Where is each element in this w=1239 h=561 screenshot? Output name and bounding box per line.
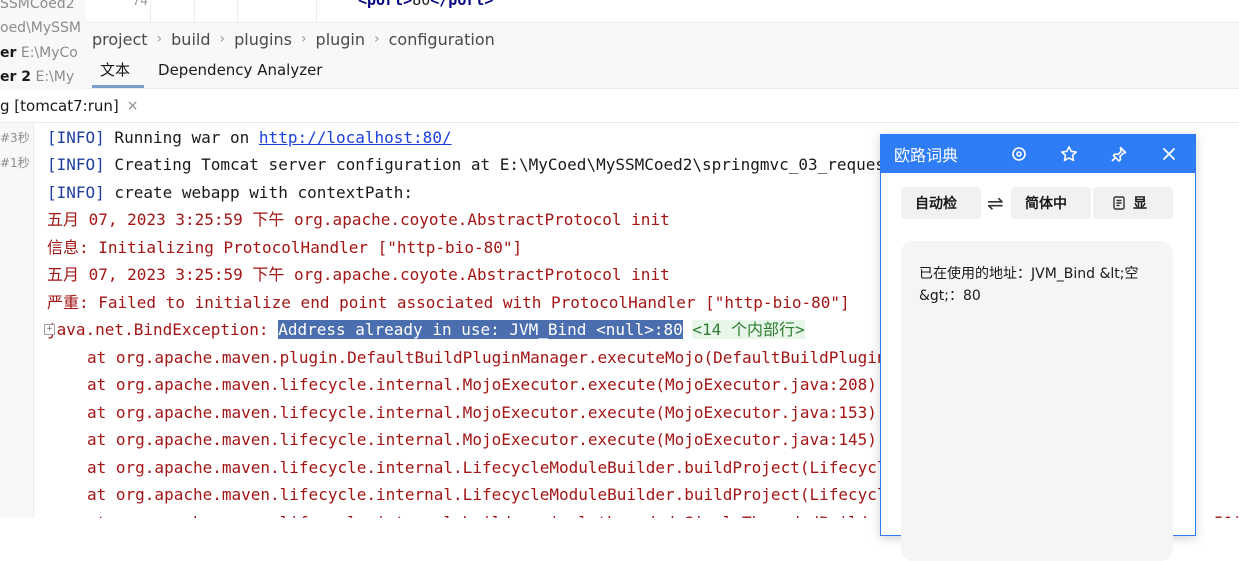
tree-row-name: er — [0, 45, 17, 61]
tab-text[interactable]: 文本 — [86, 54, 145, 88]
document-icon — [1111, 195, 1127, 211]
chevron-right-icon: › — [374, 31, 380, 47]
source-language-button[interactable]: 自动检 — [901, 187, 981, 219]
console-line: [INFO] Running war on http://localhost:8… — [47, 124, 452, 151]
target-language-label: 简体中 — [1025, 196, 1067, 212]
tree-row-path: oed\MySSM — [0, 20, 81, 36]
console-line: 信息: Initializing ProtocolHandler ["http-… — [47, 238, 523, 257]
translation-result: 已在使用的地址：JVM_Bind &lt;空&gt;：80 — [901, 241, 1173, 561]
breadcrumb-project[interactable]: project — [86, 30, 154, 49]
xml-value: 80 — [412, 0, 431, 9]
dictionary-popup: 欧路词典 自动检 ⇌ 简体中 显 已在使用的地址：JVM_Bind &lt;空&… — [880, 134, 1196, 561]
console-line: 严重: Failed to initialize end point assoc… — [47, 293, 850, 312]
console-line: [INFO] create webapp with contextPath: — [47, 179, 413, 206]
console-gutter: #3秒 #1秒 — [0, 123, 34, 518]
stack-frame: at org.apache.maven.lifecycle.internal.M… — [87, 430, 877, 449]
project-tree-row[interactable]: oed\MySSM — [0, 20, 81, 36]
breadcrumb-configuration[interactable]: configuration — [383, 30, 501, 49]
project-tree-row[interactable]: er 2 E:\My — [0, 69, 74, 85]
breadcrumb-plugin[interactable]: plugin — [310, 30, 371, 49]
display-mode-label: 显 — [1133, 196, 1147, 212]
run-tool-window-header: g [tomcat7:run] × — [0, 90, 1239, 123]
source-language-label: 自动检 — [915, 196, 957, 212]
elapsed-time: #3秒 — [0, 131, 30, 145]
target-icon[interactable] — [1008, 143, 1030, 165]
chevron-right-icon: › — [219, 31, 226, 47]
localhost-link[interactable]: http://localhost:80/ — [259, 128, 452, 147]
project-tree-row[interactable]: er E:\MyCo — [0, 45, 78, 61]
log-level: [INFO] — [47, 128, 105, 147]
log-level: [INFO] — [47, 183, 105, 202]
xml-close-tag: </port> — [430, 0, 494, 9]
run-tab-label: g [tomcat7:run] — [0, 97, 119, 115]
log-level: [INFO] — [47, 155, 105, 174]
project-tree-row[interactable]: SSMCoed2 — [0, 0, 75, 12]
star-icon[interactable] — [1058, 143, 1080, 165]
breadcrumb-build[interactable]: build — [165, 30, 216, 49]
swap-languages-icon[interactable]: ⇌ — [987, 191, 1004, 215]
chevron-right-icon: › — [300, 31, 307, 47]
project-tree-panel: SSMCoed2 oed\MySSM er E:\MyCo er 2 E:\My — [0, 0, 86, 90]
exception-line: + java.net.BindException: Address already… — [44, 316, 805, 343]
tree-row-name: er 2 — [0, 69, 32, 85]
dictionary-title-bar[interactable]: 欧路词典 — [881, 135, 1195, 173]
stack-frame: at org.apache.maven.lifecycle.internal.M… — [87, 375, 877, 394]
log-text: Running war on — [104, 128, 259, 147]
close-icon[interactable]: × — [127, 98, 139, 114]
breadcrumb: project › build › plugins › plugin › con… — [86, 22, 1239, 55]
xml-open-tag: <port> — [358, 0, 413, 9]
exception-class: java.net.BindException: — [47, 320, 279, 339]
target-language-button[interactable]: 简体中 — [1011, 187, 1091, 219]
stack-frame: at org.apache.maven.lifecycle.internal.M… — [87, 403, 877, 422]
elapsed-time: #1秒 — [0, 156, 30, 170]
line-number: 74 — [132, 0, 148, 9]
indent-guide — [194, 0, 195, 22]
expand-icon[interactable]: + — [44, 324, 55, 335]
log-text: create webapp with contextPath: — [104, 183, 414, 202]
chevron-right-icon: › — [156, 31, 163, 47]
dictionary-title: 欧路词典 — [894, 146, 959, 165]
code-line[interactable]: <port>80</port> — [358, 0, 493, 9]
selected-text[interactable]: Address already in use: JVM_Bind <null>:… — [278, 320, 683, 339]
close-icon[interactable] — [1158, 143, 1180, 165]
breadcrumb-plugins[interactable]: plugins — [228, 30, 298, 49]
console-line: 五月 07, 2023 3:25:59 下午 org.apache.coyote… — [47, 265, 670, 284]
tree-row-path: E:\MyCo — [20, 45, 78, 61]
run-tab[interactable]: g [tomcat7:run] × — [0, 90, 139, 122]
folded-lines-badge[interactable]: <14 个内部行> — [692, 320, 805, 339]
display-mode-button[interactable]: 显 — [1093, 187, 1173, 219]
pin-icon[interactable] — [1108, 143, 1130, 165]
tab-dependency-analyzer[interactable]: Dependency Analyzer — [144, 54, 336, 88]
indent-guide — [316, 0, 317, 22]
dictionary-body: 自动检 ⇌ 简体中 显 已在使用的地址：JVM_Bind &lt;空&gt;：8… — [881, 173, 1195, 561]
editor-view-tabs: 文本 Dependency Analyzer — [86, 54, 1239, 89]
indent-guide — [237, 0, 238, 22]
console-line: 五月 07, 2023 3:25:59 下午 org.apache.coyote… — [47, 210, 670, 229]
tree-row-path: E:\My — [35, 69, 75, 85]
indent-guide — [150, 0, 151, 22]
tree-row-path: SSMCoed2 — [0, 0, 75, 12]
editor-pane[interactable]: 74 <port>80</port> — [86, 0, 1239, 22]
